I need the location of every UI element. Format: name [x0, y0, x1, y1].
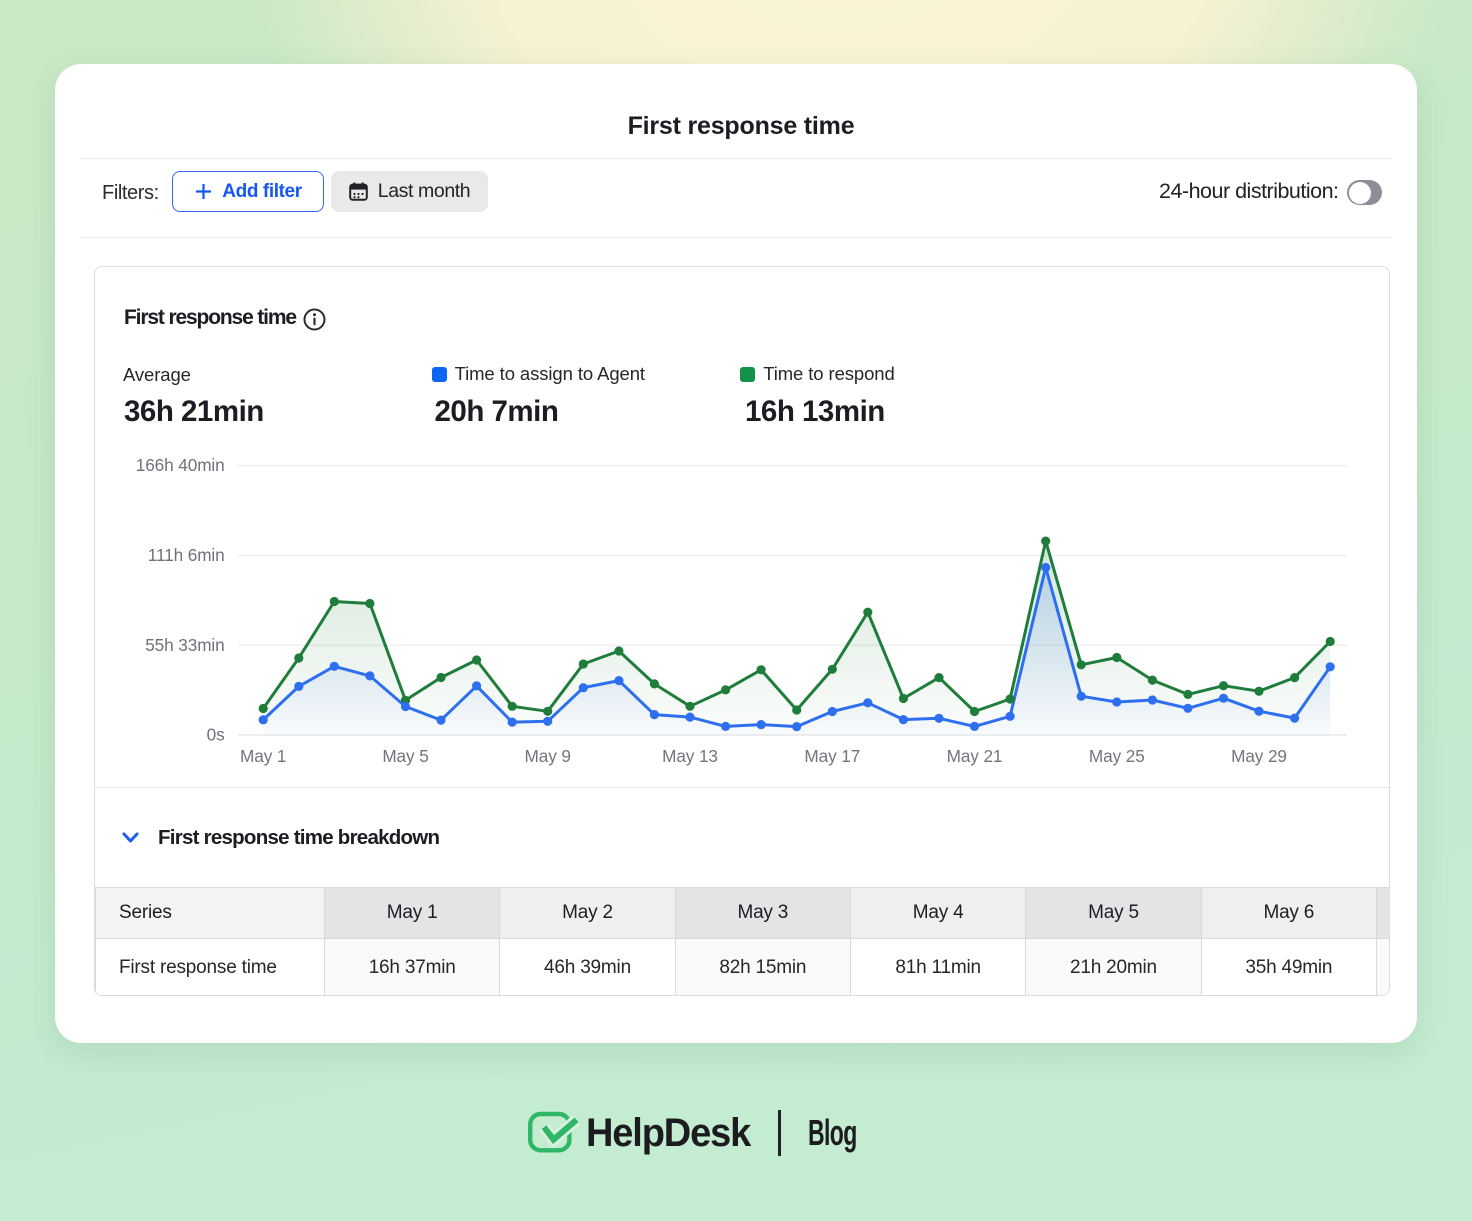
svg-text:May 17: May 17: [804, 746, 860, 766]
svg-text:May 5: May 5: [382, 746, 428, 766]
svg-text:166h 40min: 166h 40min: [136, 455, 225, 475]
svg-text:0s: 0s: [207, 725, 225, 745]
svg-text:May 21: May 21: [947, 746, 1003, 766]
svg-text:111h 6min: 111h 6min: [148, 545, 225, 565]
svg-text:May 9: May 9: [525, 746, 571, 766]
svg-text:May 1: May 1: [240, 746, 286, 766]
svg-text:May 13: May 13: [662, 746, 718, 766]
svg-text:May 25: May 25: [1089, 746, 1145, 766]
svg-text:May 29: May 29: [1231, 746, 1287, 766]
svg-text:55h 33min: 55h 33min: [145, 635, 224, 655]
